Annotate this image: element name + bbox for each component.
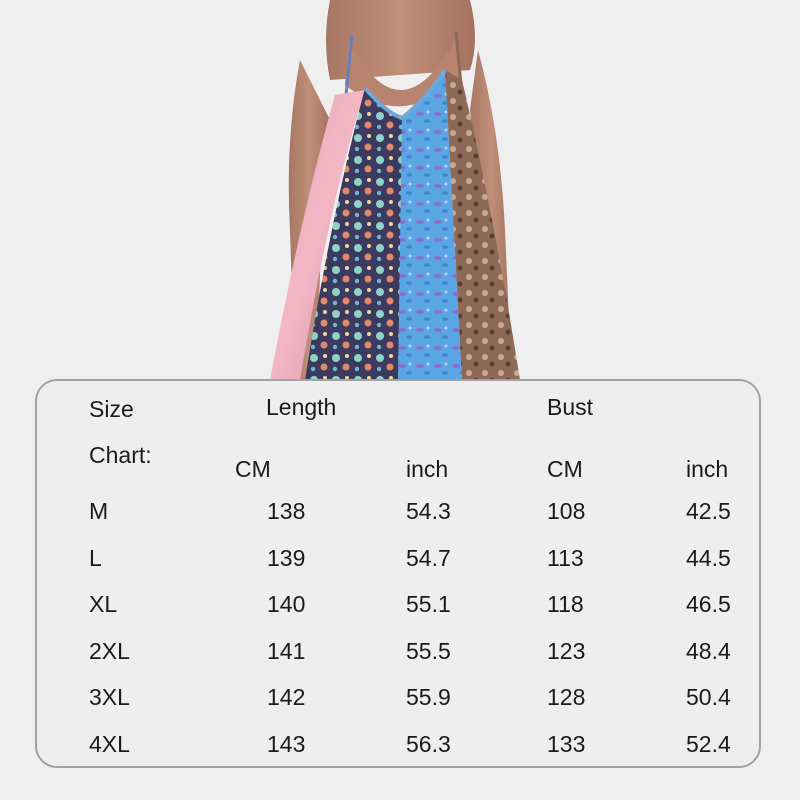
- size-cell: L: [89, 544, 102, 571]
- length-inch-cell: 54.7: [406, 544, 451, 571]
- size-cell: 4XL: [89, 731, 130, 757]
- unit-length-inch: inch: [406, 456, 449, 482]
- bust-inch-cell: 42.5: [686, 498, 731, 524]
- length-cm-cell: 140: [267, 591, 306, 618]
- size-chart-title-size: Size: [89, 396, 134, 422]
- size-cell: 3XL: [89, 684, 130, 711]
- bust-inch-cell: 46.5: [686, 591, 731, 618]
- length-header: Length: [266, 394, 337, 420]
- length-inch-cell: 56.3: [406, 731, 451, 757]
- length-cm-cell: 141: [267, 637, 306, 664]
- product-photo: [0, 0, 800, 380]
- unit-bust-cm: CM: [547, 456, 583, 482]
- size-chart-panel: Size Chart: Length Bust CM inch CM inch …: [35, 379, 761, 768]
- length-inch-cell: 55.1: [406, 591, 451, 618]
- bust-inch-cell: 50.4: [686, 684, 731, 711]
- unit-length-cm: CM: [235, 456, 271, 482]
- unit-bust-inch: inch: [686, 456, 729, 482]
- bust-cm-cell: 113: [547, 544, 584, 571]
- length-inch-cell: 55.5: [406, 637, 451, 664]
- bust-cm-cell: 118: [547, 591, 584, 618]
- size-cell: M: [89, 498, 109, 524]
- length-inch-cell: 54.3: [406, 498, 451, 524]
- size-chart-title-chart: Chart:: [89, 442, 152, 468]
- length-cm-cell: 139: [267, 544, 306, 571]
- bust-header: Bust: [547, 394, 594, 420]
- dress-illustration: [0, 0, 800, 380]
- bust-cm-cell: 108: [547, 498, 586, 524]
- size-cell: XL: [89, 591, 118, 618]
- bust-cm-cell: 128: [547, 684, 586, 711]
- bust-inch-cell: 44.5: [686, 544, 731, 571]
- bust-cm-cell: 133: [547, 731, 586, 757]
- bust-cm-cell: 123: [547, 637, 586, 664]
- length-cm-cell: 143: [267, 731, 306, 757]
- bust-inch-cell: 52.4: [686, 731, 731, 757]
- size-cell: 2XL: [89, 637, 130, 664]
- length-cm-cell: 142: [267, 684, 306, 711]
- length-inch-cell: 55.9: [406, 684, 451, 711]
- length-cm-cell: 138: [267, 498, 306, 524]
- bust-inch-cell: 48.4: [686, 637, 731, 664]
